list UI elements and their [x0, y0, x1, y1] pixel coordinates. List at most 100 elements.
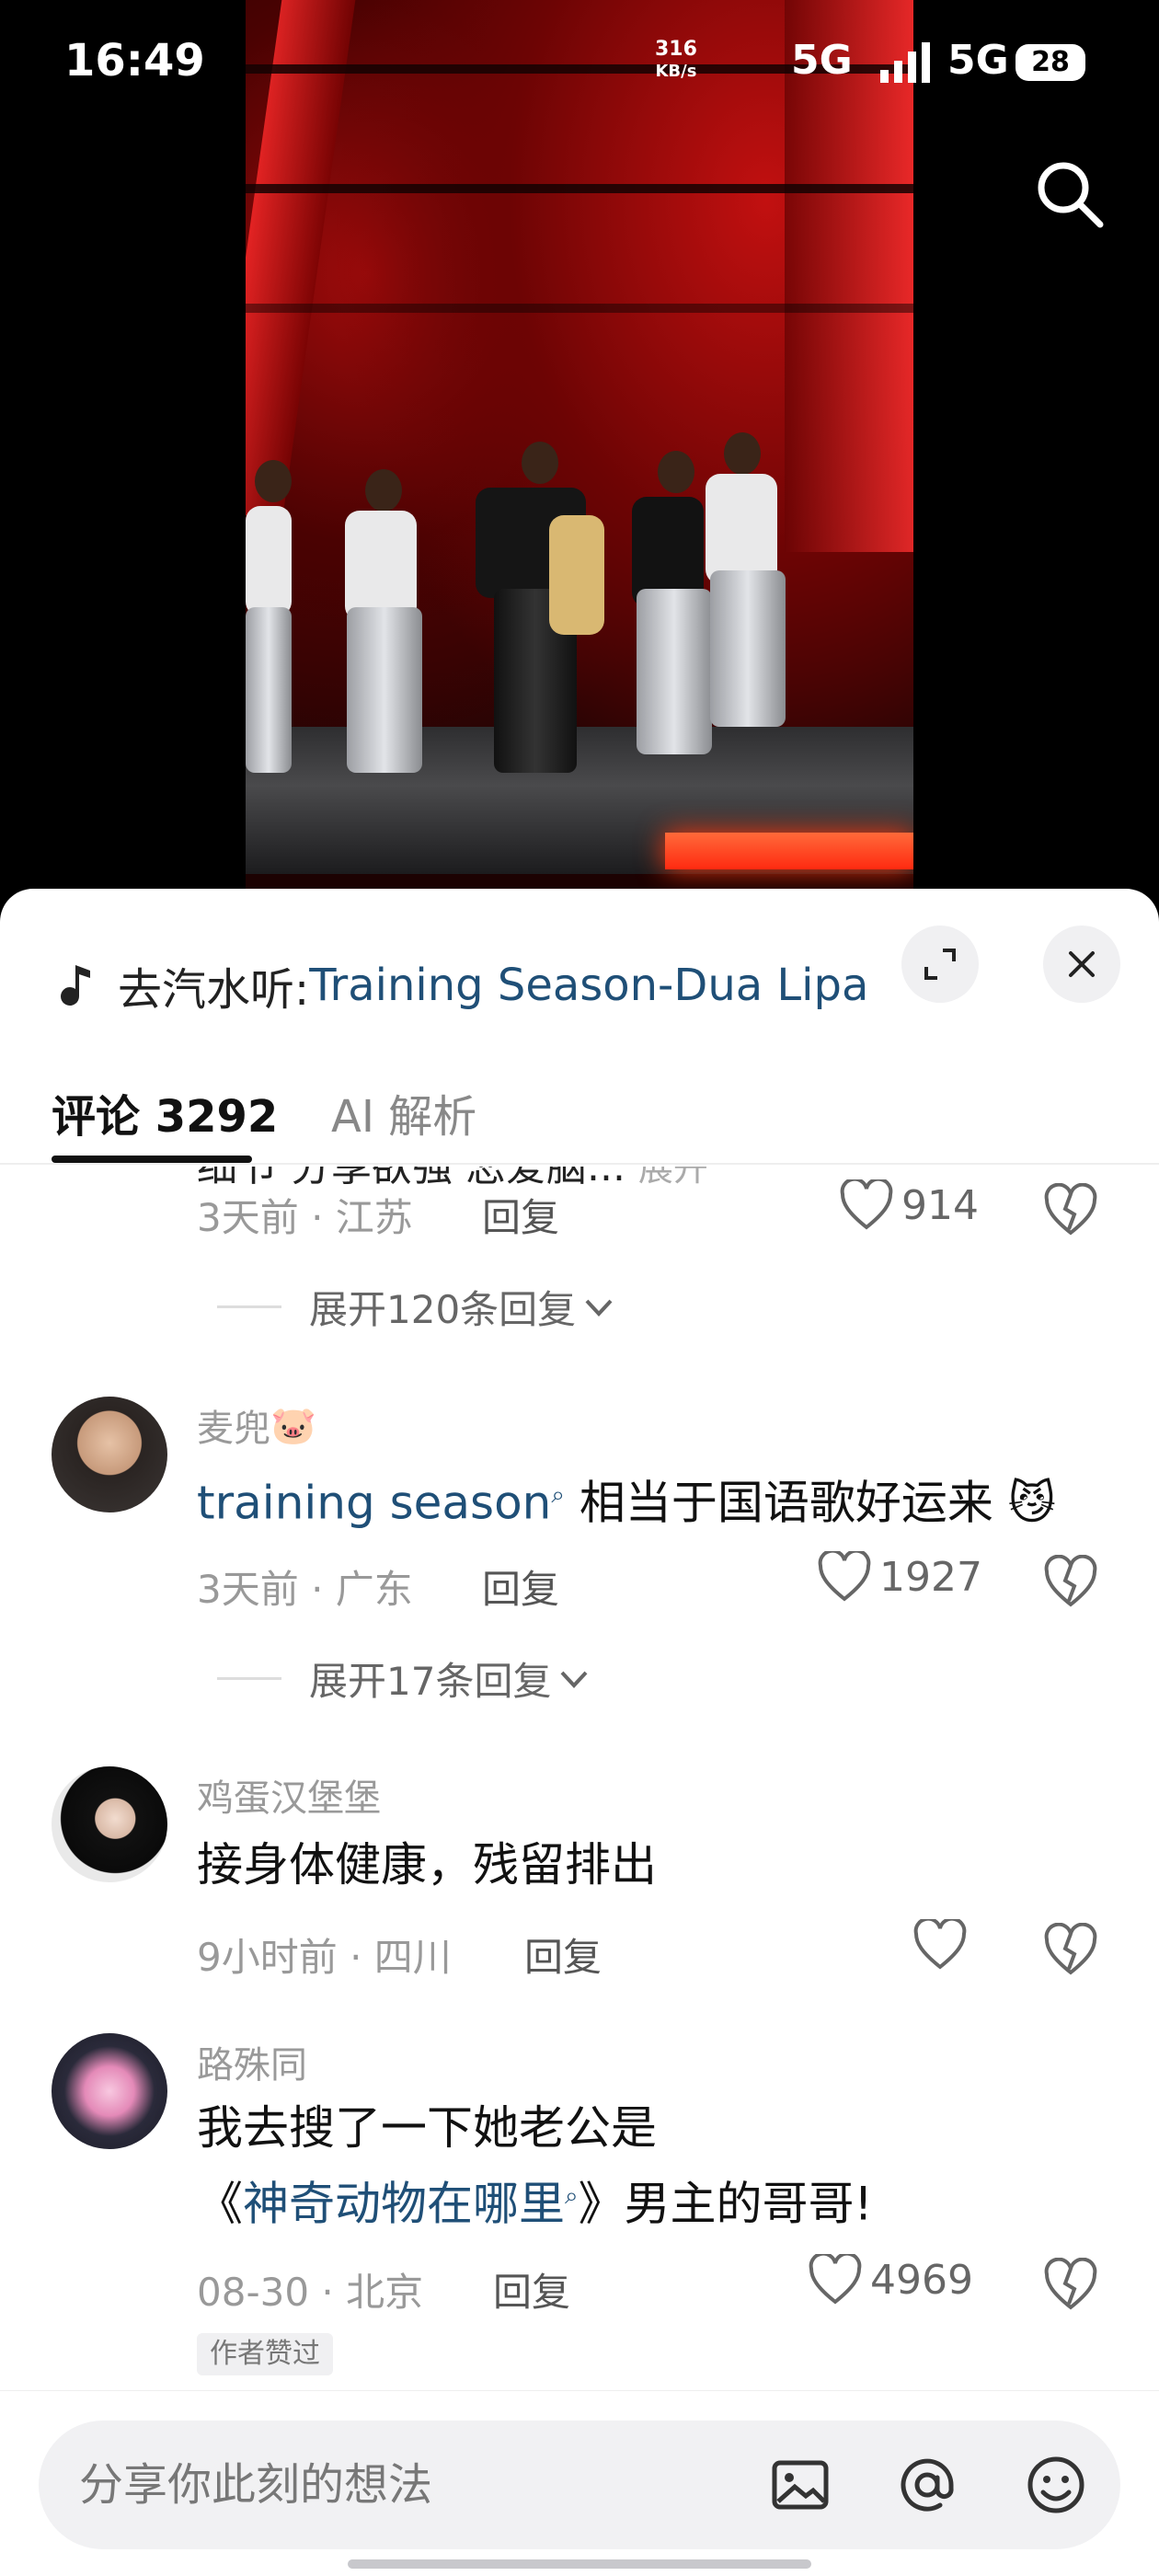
- expand-replies-label: 展开120条回复: [309, 1287, 577, 1332]
- music-prefix: 去汽水听:: [118, 964, 310, 1016]
- comment-sheet: 去汽水听: Training Season-Dua Lipa 评论 3292 A…: [0, 889, 1159, 2576]
- at-icon[interactable]: [894, 2452, 960, 2518]
- comment-input[interactable]: [79, 2421, 723, 2549]
- dancer-body: [345, 511, 417, 621]
- show-more-link[interactable]: 展开: [638, 1167, 708, 1189]
- expand-replies[interactable]: 展开120条回复: [217, 1279, 616, 1335]
- dancer-head: [724, 432, 761, 475]
- comment-text-rest: 相当于国语歌好运来: [564, 1476, 993, 1530]
- expand-replies-label: 展开17条回复: [309, 1659, 552, 1704]
- comment-meta: 3天前 · 广东: [197, 1567, 413, 1612]
- comment-time: 08-30: [197, 2270, 310, 2315]
- composer-box[interactable]: [39, 2421, 1120, 2549]
- heart-icon: [809, 2254, 862, 2305]
- comment-list[interactable]: 细节 分享欲强 恋爱脑... 展开 3天前 · 江苏 回复 914 展开120条…: [0, 1167, 1159, 2390]
- floor-light: [665, 833, 913, 869]
- tab-comments[interactable]: 评论 3292: [52, 1080, 278, 1144]
- video-frame[interactable]: [246, 0, 913, 911]
- broken-heart-icon[interactable]: [1043, 2258, 1098, 2313]
- comment-text: 接身体健康，残留排出: [197, 1838, 657, 1892]
- avatar[interactable]: [52, 1397, 167, 1512]
- sticker-icon: 😼: [993, 1476, 1056, 1530]
- image-icon[interactable]: [767, 2452, 833, 2518]
- dancer-legs: [246, 607, 292, 773]
- reply-button[interactable]: 回复: [482, 1187, 559, 1243]
- comment-text-rest: 》男主的哥哥!: [578, 2177, 873, 2231]
- broken-heart-icon[interactable]: [1043, 1555, 1098, 1610]
- comment-time: 3天前: [197, 1567, 299, 1612]
- comment-location: 江苏: [335, 1195, 413, 1240]
- dancer-legs: [637, 589, 712, 754]
- broken-heart-icon[interactable]: [1043, 1923, 1098, 1978]
- home-indicator[interactable]: [348, 2559, 811, 2569]
- stage-truss: [246, 184, 913, 193]
- comment-meta: 9小时前 · 四川: [197, 1935, 452, 1980]
- dancer-head: [522, 442, 558, 484]
- search-mini-icon: ⌕: [565, 2182, 579, 2210]
- network-type-1: 5G: [791, 37, 853, 84]
- comment-time: 9小时前: [197, 1935, 338, 1980]
- comment-text: 我去搜了一下她老公是 《神奇动物在哪里⌕》男主的哥哥!: [197, 2094, 873, 2238]
- dancer-body: [246, 506, 292, 616]
- emoji-icon[interactable]: [1023, 2452, 1089, 2518]
- dancer-head: [658, 451, 694, 493]
- heart-icon: [840, 1179, 893, 1230]
- tab-bar: 评论 3292 AI 解析: [0, 1064, 1159, 1165]
- status-bar: 16:49 316 KB/s 5G 5G 28: [0, 0, 1159, 129]
- username-text: 鸡蛋汉堡堡: [197, 1777, 381, 1820]
- username-text: 麦兜: [197, 1408, 270, 1450]
- like-count: 4969: [870, 2256, 973, 2304]
- like-button[interactable]: 1927: [817, 1551, 982, 1603]
- network-speed: 316 KB/s: [655, 39, 697, 83]
- like-button[interactable]: 4969: [808, 2254, 973, 2306]
- reply-button[interactable]: 回复: [482, 1558, 559, 1615]
- close-icon: [1069, 951, 1095, 977]
- comment-location: 四川: [373, 1935, 452, 1980]
- network-type-2: 5G: [947, 37, 1009, 84]
- comment-text-line1: 我去搜了一下她老公是: [197, 2101, 657, 2155]
- network-speed-value: 316: [655, 38, 697, 61]
- close-button[interactable]: [1043, 926, 1120, 1003]
- comment-time: 3天前: [197, 1195, 299, 1240]
- comment-username[interactable]: 路殊同: [197, 2035, 307, 2088]
- music-note-icon: [61, 965, 90, 1006]
- comment-search-link[interactable]: training season: [197, 1477, 551, 1530]
- video-player[interactable]: 16:49 316 KB/s 5G 5G 28: [0, 0, 1159, 911]
- network-speed-unit: KB/s: [655, 62, 697, 81]
- comment-meta: 3天前 · 江苏: [197, 1195, 413, 1240]
- reply-button[interactable]: 回复: [524, 1926, 602, 1983]
- author-liked-badge: 作者赞过: [197, 2333, 333, 2375]
- like-button[interactable]: 914: [839, 1179, 979, 1231]
- like-button[interactable]: [912, 1919, 975, 1971]
- tab-ai-analysis[interactable]: AI 解析: [331, 1080, 476, 1144]
- username-text: 路殊同: [197, 2044, 307, 2087]
- search-mini-icon: ⌕: [551, 1481, 565, 1509]
- signal-icon: [880, 42, 930, 83]
- reply-button[interactable]: 回复: [493, 2261, 570, 2317]
- battery-icon: 28: [1016, 44, 1085, 81]
- broken-heart-icon[interactable]: [1043, 1183, 1098, 1238]
- avatar[interactable]: [52, 2033, 167, 2149]
- comment-username[interactable]: 麦兜 🐷: [197, 1398, 316, 1452]
- chevron-down-icon: [585, 1299, 613, 1317]
- dancer-head: [255, 460, 292, 502]
- expand-button[interactable]: [901, 926, 979, 1003]
- expand-replies[interactable]: 展开17条回复: [217, 1650, 591, 1707]
- dancer-legs: [347, 607, 422, 773]
- search-icon[interactable]: [1030, 155, 1107, 232]
- expand-icon: [924, 949, 956, 980]
- avatar[interactable]: [52, 1766, 167, 1882]
- heart-icon: [913, 1919, 967, 1970]
- chevron-down-icon: [560, 1671, 588, 1688]
- comment-meta: 08-30 · 北京: [197, 2270, 424, 2315]
- comment-username[interactable]: 鸡蛋汉堡堡: [197, 1768, 381, 1822]
- divider-line: [217, 1305, 281, 1308]
- heart-icon: [818, 1551, 871, 1602]
- comment-search-link[interactable]: 神奇动物在哪里: [243, 2178, 565, 2231]
- music-song-title[interactable]: Training Season-Dua Lipa: [309, 960, 868, 1011]
- dancer-body: [549, 515, 604, 635]
- like-count: 1927: [879, 1553, 982, 1601]
- like-count: 914: [901, 1181, 979, 1229]
- music-link[interactable]: 去汽水听: Training Season-Dua Lipa: [55, 944, 868, 1027]
- status-time: 16:49: [64, 35, 205, 86]
